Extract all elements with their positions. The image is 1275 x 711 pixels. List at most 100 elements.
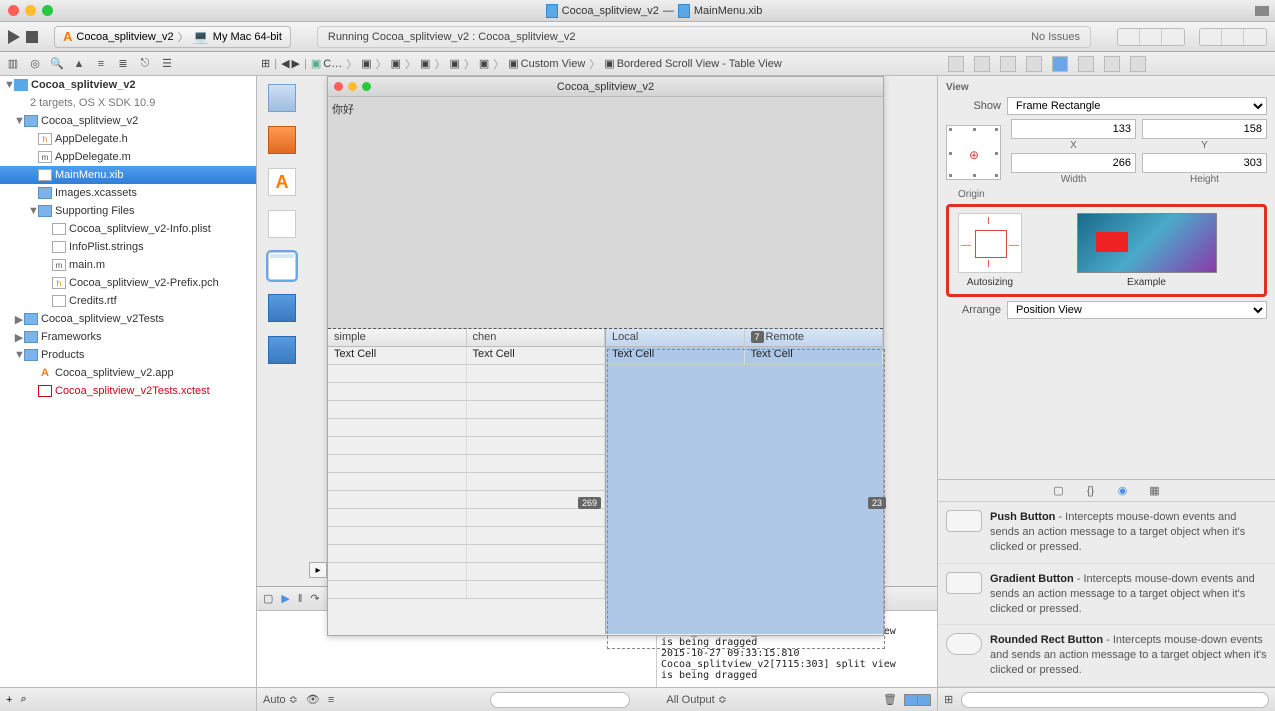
file-row-selected[interactable]: ▣MainMenu.xib — [0, 166, 256, 184]
close-icon[interactable] — [8, 5, 19, 16]
quickhelp-inspector-icon — [974, 56, 990, 72]
stop-button[interactable] — [26, 31, 38, 43]
first-responder-icon[interactable] — [268, 126, 296, 154]
rounded-button-thumb — [946, 633, 982, 655]
code-snippet-icon: {} — [1083, 484, 1099, 498]
group-row[interactable]: ▶Frameworks — [0, 328, 256, 346]
y-field[interactable] — [1142, 119, 1267, 139]
activity-viewer[interactable]: Running Cocoa_splitview_v2 : Cocoa_split… — [317, 26, 1091, 48]
document-outline-toggle[interactable]: ▸ — [309, 562, 327, 578]
media-library-icon: ▦ — [1147, 484, 1163, 498]
group-row[interactable]: ▼Supporting Files — [0, 202, 256, 220]
document-icon — [678, 4, 690, 18]
filter-icon: ⌕ — [20, 693, 26, 706]
autosizing-section: I——I Autosizing Example — [946, 204, 1267, 297]
file-row[interactable]: mmain.m — [0, 256, 256, 274]
size-inspector-icon — [1052, 56, 1068, 72]
effects-inspector-icon — [1130, 56, 1146, 72]
x-field[interactable] — [1011, 119, 1136, 139]
title-doc1: Cocoa_splitview_v2 — [562, 5, 659, 17]
window-titlebar: Cocoa_splitview_v2 — MainMenu.xib — [0, 0, 1275, 22]
navigator-tabs[interactable]: ▥◎🔍▲≡≣⎋☰ — [0, 57, 257, 71]
trash-icon[interactable]: 🗑 — [883, 693, 897, 706]
zoom-icon[interactable] — [42, 5, 53, 16]
step-over-icon[interactable]: ↷ — [310, 592, 319, 605]
project-row[interactable]: ▼Cocoa_splitview_v2 — [0, 76, 256, 94]
library-item[interactable]: Gradient Button - Intercepts mouse-down … — [938, 564, 1275, 626]
ib-canvas[interactable]: Cocoa_splitview_v2 你好 simplechen Text Ce… — [307, 76, 937, 586]
library-item[interactable]: Push Button - Intercepts mouse-down even… — [938, 502, 1275, 564]
continue-icon[interactable]: ▶ — [281, 592, 289, 605]
placeholder-icon[interactable] — [268, 84, 296, 112]
table-left[interactable]: simplechen Text CellText Cell — [328, 329, 606, 634]
view-segmented[interactable] — [1199, 28, 1267, 46]
gradient-button-thumb — [946, 572, 982, 594]
utilities-panel: View Show Frame Rectangle ⊕ X Y Width He… — [938, 76, 1275, 711]
identity-inspector-icon — [1000, 56, 1016, 72]
bindings-inspector-icon — [1104, 56, 1120, 72]
output-popup[interactable]: All Output ≎ — [666, 693, 727, 706]
file-row[interactable]: Credits.rtf — [0, 292, 256, 310]
run-button[interactable] — [8, 30, 20, 44]
origin-control[interactable]: ⊕ — [946, 125, 1001, 180]
fullscreen-icon[interactable] — [1255, 6, 1269, 16]
library-filter[interactable] — [961, 692, 1269, 708]
main-toolbar: A Cocoa_splitview_v2 〉 💻 My Mac 64-bit R… — [0, 22, 1275, 52]
grid-view-icon[interactable]: ⊞ — [944, 693, 953, 706]
group-row[interactable]: ▼Products — [0, 346, 256, 364]
dimension-badge: 23 — [868, 497, 886, 509]
file-row[interactable]: hAppDelegate.h — [0, 130, 256, 148]
custom-view-top[interactable]: 你好 — [328, 97, 883, 329]
navigator-filter[interactable]: + ⌕ — [0, 687, 256, 711]
application-icon[interactable]: A — [268, 168, 296, 196]
menu-icon[interactable] — [268, 210, 296, 238]
library-tabs[interactable]: ▢ {} ◉ ▦ — [938, 480, 1275, 502]
object-library-icon: ◉ — [1115, 484, 1131, 498]
attributes-inspector-icon — [1026, 56, 1042, 72]
document-icon — [546, 4, 558, 18]
add-icon[interactable]: + — [6, 694, 12, 706]
connections-inspector-icon — [1078, 56, 1094, 72]
height-field[interactable] — [1142, 153, 1267, 173]
autosizing-control[interactable]: I——I — [958, 213, 1022, 273]
dimension-badge: 269 — [578, 497, 601, 509]
table-right-selected[interactable]: Local7Remote Text CellText Cell — [606, 329, 883, 634]
project-navigator: ▼Cocoa_splitview_v2 2 targets, OS X SDK … — [0, 76, 257, 711]
file-row[interactable]: Cocoa_splitview_v2Tests.xctest — [0, 382, 256, 400]
window-icon[interactable] — [268, 252, 296, 280]
title-doc2: MainMenu.xib — [694, 5, 762, 17]
file-row[interactable]: ACocoa_splitview_v2.app — [0, 364, 256, 382]
library-item[interactable]: Rounded Rect Button - Intercepts mouse-d… — [938, 625, 1275, 687]
object-icon[interactable] — [268, 294, 296, 322]
file-row[interactable]: Cocoa_splitview_v2-Info.plist — [0, 220, 256, 238]
ib-window[interactable]: Cocoa_splitview_v2 你好 simplechen Text Ce… — [327, 76, 884, 636]
push-button-thumb — [946, 510, 982, 532]
scheme-selector[interactable]: A Cocoa_splitview_v2 〉 💻 My Mac 64-bit — [54, 26, 291, 48]
group-row[interactable]: ▼Cocoa_splitview_v2 — [0, 112, 256, 130]
file-inspector-icon — [948, 56, 964, 72]
file-template-icon: ▢ — [1051, 484, 1067, 498]
ib-dock[interactable]: A — [257, 76, 307, 586]
object-icon[interactable] — [268, 336, 296, 364]
app-icon: A — [63, 29, 72, 44]
pause-icon[interactable]: ‖ — [298, 593, 303, 605]
arrange-select[interactable]: Position View — [1007, 301, 1267, 319]
variables-filter[interactable] — [490, 692, 630, 708]
file-row[interactable]: hCocoa_splitview_v2-Prefix.pch — [0, 274, 256, 292]
show-select[interactable]: Frame Rectangle — [1007, 97, 1267, 115]
jump-bar[interactable]: ⊞|◀▶| ▣C…〉 ▣〉▣〉▣〉 ▣〉▣〉▣ Custom View〉 ▣Bo… — [257, 56, 938, 72]
minimize-icon[interactable] — [25, 5, 36, 16]
file-row[interactable]: mAppDelegate.m — [0, 148, 256, 166]
project-navigator-icon: ▥ — [6, 57, 20, 71]
width-field[interactable] — [1011, 153, 1136, 173]
debug-view-segmented[interactable] — [905, 694, 931, 706]
file-row[interactable]: Images.xcassets — [0, 184, 256, 202]
group-row[interactable]: ▶Cocoa_splitview_v2Tests — [0, 310, 256, 328]
hide-debug-icon[interactable]: ▢ — [263, 592, 273, 605]
auto-popup[interactable]: Auto ≎ — [263, 693, 298, 706]
editor-mode-segmented[interactable] — [1117, 28, 1185, 46]
traffic-lights — [0, 5, 53, 16]
file-row[interactable]: InfoPlist.strings — [0, 238, 256, 256]
library-panel: ▢ {} ◉ ▦ Push Button - Intercepts mouse-dow… — [938, 479, 1275, 711]
inspector-tabs[interactable] — [938, 56, 1275, 72]
